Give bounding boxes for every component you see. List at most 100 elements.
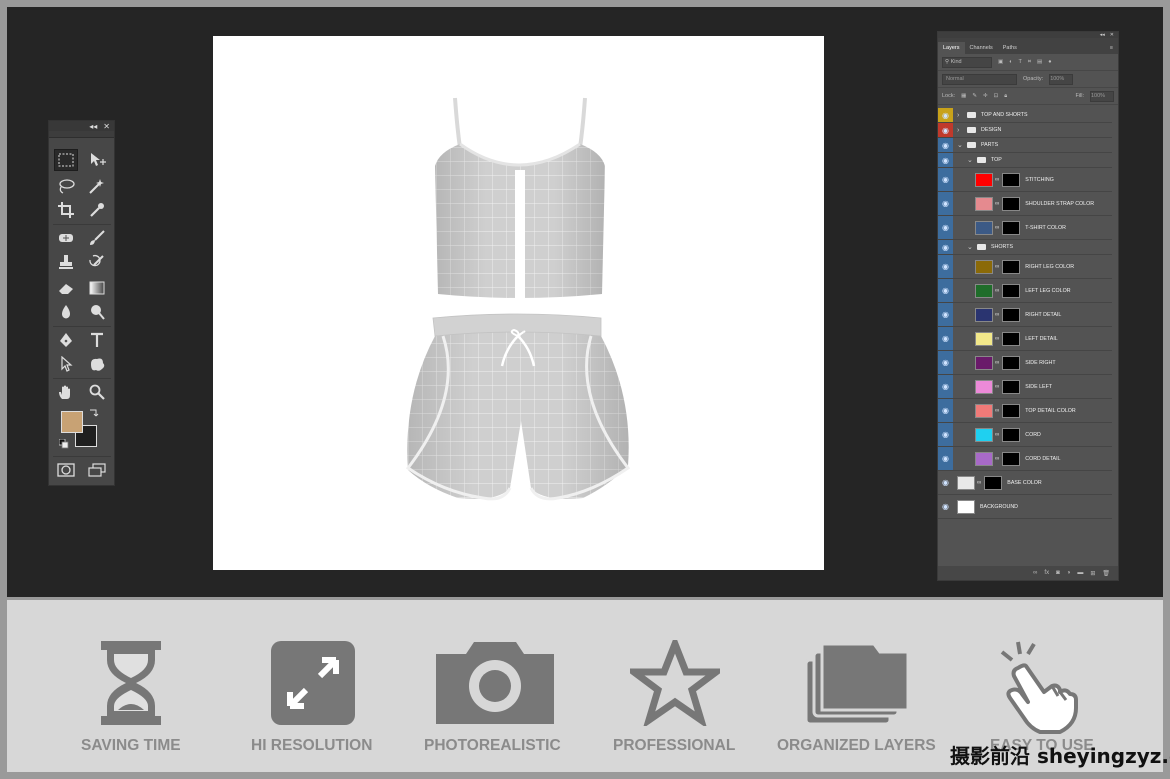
zoom-tool-icon[interactable]	[85, 381, 109, 403]
layer-row[interactable]: ◉ ∞ CORD DETAIL	[938, 447, 1112, 471]
fill-field[interactable]: 100%	[1090, 90, 1114, 102]
visibility-eye-icon[interactable]: ◉	[938, 153, 953, 167]
panel-menu-icon[interactable]: ≡	[1105, 42, 1118, 54]
marquee-tool-icon[interactable]	[54, 149, 78, 171]
healing-brush-icon[interactable]	[54, 227, 78, 249]
expand-arrow-icon[interactable]: ›	[957, 112, 964, 119]
lock-all-icon[interactable]: 🔒︎	[1004, 93, 1007, 100]
type-tool-icon[interactable]	[85, 329, 109, 351]
layer-row[interactable]: ◉ BACKGROUND	[938, 495, 1112, 519]
layer-row[interactable]: ◉ ∞ RIGHT LEG COLOR	[938, 255, 1112, 279]
close-icon[interactable]: ✕	[1110, 32, 1114, 38]
blend-mode-select[interactable]: Normal	[942, 73, 1017, 85]
layer-mask-thumbnail[interactable]	[1002, 259, 1021, 274]
mask-link-icon[interactable]: ∞	[995, 456, 999, 462]
expand-arrow-icon[interactable]: ⌄	[957, 141, 964, 149]
visibility-eye-icon[interactable]: ◉	[938, 279, 953, 302]
layer-mask-thumbnail[interactable]	[1002, 379, 1021, 394]
visibility-eye-icon[interactable]: ◉	[938, 399, 953, 422]
layer-row[interactable]: ◉ ⌄ TOP	[938, 153, 1112, 168]
layer-mask-thumbnail[interactable]	[1002, 307, 1021, 322]
mask-link-icon[interactable]: ∞	[995, 201, 999, 207]
trash-icon[interactable]: 🗑︎	[1102, 570, 1110, 577]
layer-mask-thumbnail[interactable]	[1002, 427, 1021, 442]
mask-link-icon[interactable]: ∞	[995, 408, 999, 414]
visibility-eye-icon[interactable]: ◉	[938, 255, 953, 278]
gradient-tool-icon[interactable]	[85, 277, 109, 299]
visibility-eye-icon[interactable]: ◉	[938, 351, 953, 374]
foreground-color-swatch[interactable]	[61, 411, 83, 433]
link-layers-icon[interactable]: ∞	[1033, 570, 1037, 576]
mask-link-icon[interactable]: ∞	[977, 480, 981, 486]
panel-grip[interactable]	[49, 131, 114, 138]
layer-mask-thumbnail[interactable]	[984, 475, 1003, 490]
filter-smart-object-icon[interactable]: ▤	[1037, 59, 1042, 65]
adjustment-layer-icon[interactable]: ◑	[1067, 570, 1071, 576]
layer-row[interactable]: ◉ ∞ STITCHING	[938, 168, 1112, 192]
filter-adjustment-icon[interactable]: ◐	[1009, 59, 1012, 65]
mask-link-icon[interactable]: ∞	[995, 384, 999, 390]
visibility-eye-icon[interactable]: ◉	[938, 495, 953, 518]
magic-wand-icon[interactable]	[85, 175, 109, 197]
layer-row[interactable]: ◉ ∞ T-SHIRT COLOR	[938, 216, 1112, 240]
layer-row[interactable]: ◉ ∞ TOP DETAIL COLOR	[938, 399, 1112, 423]
visibility-eye-icon[interactable]: ◉	[938, 375, 953, 398]
layer-row[interactable]: ◉ ∞ SHOULDER STRAP COLOR	[938, 192, 1112, 216]
clone-stamp-icon[interactable]	[54, 251, 78, 273]
layer-row[interactable]: ◉ › TOP AND SHORTS	[938, 108, 1112, 123]
visibility-eye-icon[interactable]: ◉	[938, 138, 953, 152]
expand-arrow-icon[interactable]: ⌄	[967, 243, 974, 251]
visibility-eye-icon[interactable]: ◉	[938, 123, 953, 137]
layer-row[interactable]: ◉ ∞ LEFT LEG COLOR	[938, 279, 1112, 303]
mask-link-icon[interactable]: ∞	[995, 264, 999, 270]
collapse-icon[interactable]: ◂◂	[89, 122, 97, 131]
eraser-tool-icon[interactable]	[54, 277, 78, 299]
mask-link-icon[interactable]: ∞	[995, 432, 999, 438]
layer-mask-thumbnail[interactable]	[1002, 220, 1021, 235]
screen-mode-icon[interactable]	[85, 459, 109, 481]
visibility-eye-icon[interactable]: ◉	[938, 192, 953, 215]
move-tool-icon[interactable]	[85, 149, 109, 171]
layer-row[interactable]: ◉ ⌄ PARTS	[938, 138, 1112, 153]
layer-mask-thumbnail[interactable]	[1002, 196, 1021, 211]
filter-kind-select[interactable]: ⚲ Kind	[942, 56, 992, 68]
eyedropper-icon[interactable]	[85, 199, 109, 221]
filter-type-icon[interactable]: T	[1019, 59, 1022, 65]
visibility-eye-icon[interactable]: ◉	[938, 168, 953, 191]
layer-mask-thumbnail[interactable]	[1002, 403, 1021, 418]
lock-artboard-icon[interactable]: ⊡	[994, 93, 999, 99]
collapse-icon[interactable]: ◂◂	[1100, 32, 1105, 38]
document-canvas[interactable]	[213, 36, 824, 570]
layer-row[interactable]: ◉ ∞ LEFT DETAIL	[938, 327, 1112, 351]
default-colors-icon[interactable]	[57, 437, 71, 451]
custom-shape-icon[interactable]	[85, 353, 109, 375]
filter-toggle-icon[interactable]: ●	[1048, 59, 1051, 65]
hand-tool-icon[interactable]	[54, 381, 78, 403]
tab-layers[interactable]: Layers	[938, 42, 965, 54]
lock-pixels-icon[interactable]: ✎	[972, 93, 977, 99]
blur-tool-icon[interactable]	[54, 301, 78, 323]
visibility-eye-icon[interactable]: ◉	[938, 240, 953, 254]
visibility-eye-icon[interactable]: ◉	[938, 108, 953, 122]
expand-arrow-icon[interactable]: ›	[957, 127, 964, 134]
fx-icon[interactable]: fx	[1044, 570, 1049, 576]
mask-link-icon[interactable]: ∞	[995, 360, 999, 366]
path-selection-icon[interactable]	[54, 353, 78, 375]
visibility-eye-icon[interactable]: ◉	[938, 423, 953, 446]
visibility-eye-icon[interactable]: ◉	[938, 471, 953, 494]
mask-link-icon[interactable]: ∞	[995, 288, 999, 294]
lasso-tool-icon[interactable]	[54, 175, 78, 197]
history-brush-icon[interactable]	[85, 251, 109, 273]
layer-mask-thumbnail[interactable]	[1002, 355, 1021, 370]
dodge-tool-icon[interactable]	[85, 301, 109, 323]
mask-link-icon[interactable]: ∞	[995, 177, 999, 183]
expand-arrow-icon[interactable]: ⌄	[967, 156, 974, 164]
layer-mask-thumbnail[interactable]	[1002, 451, 1021, 466]
layer-row[interactable]: ◉ ∞ SIDE RIGHT	[938, 351, 1112, 375]
visibility-eye-icon[interactable]: ◉	[938, 327, 953, 350]
layer-row[interactable]: ◉ ∞ SIDE LEFT	[938, 375, 1112, 399]
layer-mask-thumbnail[interactable]	[1002, 331, 1021, 346]
new-group-icon[interactable]: ▬	[1077, 570, 1083, 576]
crop-tool-icon[interactable]	[54, 199, 78, 221]
pen-tool-icon[interactable]	[54, 329, 78, 351]
